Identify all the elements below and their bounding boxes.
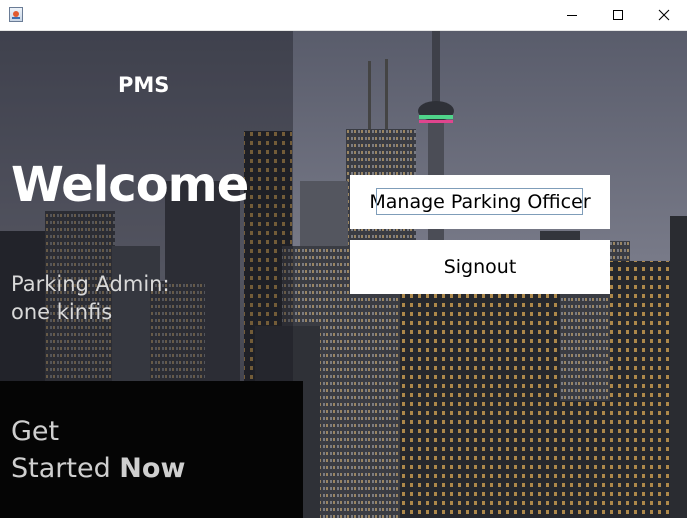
window-titlebar <box>0 0 687 31</box>
focus-indicator <box>376 188 583 215</box>
tagline-started: Started <box>11 453 120 484</box>
close-button[interactable] <box>641 0 687 30</box>
tagline-line2: Started Now <box>11 452 185 486</box>
maximize-button[interactable] <box>595 0 641 30</box>
role-label: Parking Admin: <box>11 272 170 296</box>
minimize-button[interactable] <box>549 0 595 30</box>
tagline-line1: Get <box>11 416 60 447</box>
close-icon <box>658 9 670 21</box>
app-name: PMS <box>118 73 170 97</box>
welcome-heading: Welcome <box>11 157 249 213</box>
signout-button[interactable]: Signout <box>350 240 610 294</box>
user-name: one kinfis <box>11 300 113 324</box>
tagline-now: Now <box>119 453 186 484</box>
java-app-icon <box>9 7 23 22</box>
main-panel: PMS Welcome Parking Admin: one kinfis Ge… <box>0 31 687 518</box>
maximize-icon <box>613 10 623 20</box>
tagline-panel <box>0 381 303 518</box>
minimize-icon <box>567 15 577 16</box>
